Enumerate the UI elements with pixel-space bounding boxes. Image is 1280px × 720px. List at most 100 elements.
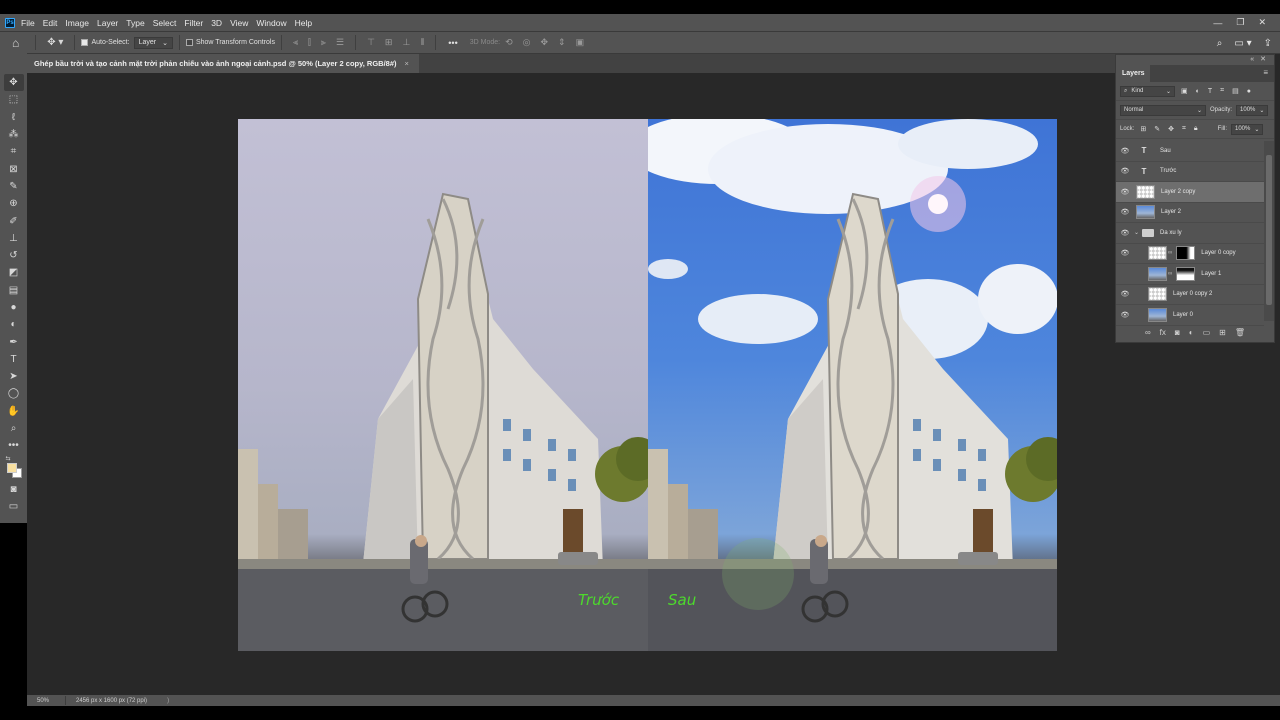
align-left-icon[interactable]: ⫷ xyxy=(293,37,298,48)
minimize-icon[interactable]: — xyxy=(1213,18,1222,28)
menu-3d[interactable]: 3D xyxy=(211,18,222,28)
layer-style-icon[interactable]: fx xyxy=(1160,328,1166,337)
align-middle-v-icon[interactable]: ⊞ xyxy=(385,37,393,48)
eye-icon[interactable]: 👁︎ xyxy=(1116,167,1134,175)
lasso-icon[interactable]: ℓ xyxy=(4,109,24,126)
share-icon[interactable]: ⇪ xyxy=(1264,38,1272,49)
marquee-icon[interactable]: ⬚ xyxy=(4,91,24,108)
move-icon[interactable]: ✥ xyxy=(3,74,24,92)
align-center-h-icon[interactable]: ⫿ xyxy=(308,37,311,48)
3d-rotate-icon[interactable]: ⟲ xyxy=(505,37,513,48)
history-brush-icon[interactable]: ↺ xyxy=(4,247,24,264)
menu-image[interactable]: Image xyxy=(65,18,89,28)
restore-icon[interactable]: ❐ xyxy=(1236,17,1244,28)
layer-row[interactable]: 👁︎ Layer 2 xyxy=(1116,203,1264,223)
lock-image-icon[interactable]: ✎ xyxy=(1154,125,1160,133)
layers-scrollbar[interactable] xyxy=(1264,141,1274,321)
move-tool-preset-icon[interactable]: ✥ ▾ xyxy=(47,37,63,48)
3d-pan-icon[interactable]: ✥ xyxy=(541,37,549,48)
path-select-icon[interactable]: ➤ xyxy=(4,368,24,385)
close-panel-icon[interactable]: ✕ xyxy=(1260,55,1266,65)
layer-row[interactable]: 👁︎ ∞ Layer 1 xyxy=(1116,264,1264,285)
adjustment-layer-icon[interactable]: ◐ xyxy=(1189,328,1194,337)
align-right-icon[interactable]: ⫸ xyxy=(321,37,326,48)
menu-edit[interactable]: Edit xyxy=(43,18,58,28)
distribute-h-icon[interactable]: ☰ xyxy=(336,37,344,48)
link-layers-icon[interactable]: ∞ xyxy=(1145,328,1151,337)
opacity-input[interactable]: 100% ⌄ xyxy=(1236,104,1269,116)
gradient-icon[interactable]: ▤ xyxy=(4,282,24,299)
filter-toggle-icon[interactable]: ● xyxy=(1247,88,1251,95)
home-icon[interactable]: ⌂ xyxy=(12,36,19,50)
lock-transparent-icon[interactable]: ⊞ xyxy=(1140,125,1146,133)
eye-icon[interactable]: 👁︎ xyxy=(1116,290,1134,298)
brush-icon[interactable]: ✐ xyxy=(4,212,24,229)
eye-icon[interactable]: 👁︎ xyxy=(1116,188,1134,196)
status-menu-icon[interactable]: ) xyxy=(167,698,169,704)
lock-all-icon[interactable]: 🔒︎ xyxy=(1194,125,1198,133)
filter-pixel-icon[interactable]: ▣ xyxy=(1181,87,1188,95)
close-window-icon[interactable]: ✕ xyxy=(1258,17,1266,28)
more-options-button[interactable]: ••• xyxy=(448,38,457,48)
pen-icon[interactable]: ✒ xyxy=(4,333,24,350)
layer-row[interactable]: 👁︎ T Trước xyxy=(1116,162,1264,182)
collapse-panel-icon[interactable]: « xyxy=(1250,55,1254,65)
document-tab[interactable]: Ghép bầu trời và tạo cảnh mặt trời phản … xyxy=(27,54,419,73)
blur-icon[interactable]: ● xyxy=(4,299,24,316)
menu-help[interactable]: Help xyxy=(295,18,312,28)
dodge-icon[interactable]: ◐ xyxy=(4,316,24,333)
menu-file[interactable]: File xyxy=(21,18,35,28)
auto-select-target-dropdown[interactable]: Layer ⌄ xyxy=(133,36,173,49)
tab-layers[interactable]: Layers xyxy=(1116,65,1150,82)
canvas-area[interactable]: Trước Sau xyxy=(27,73,1115,695)
layer-row[interactable]: 👁︎ T Sau xyxy=(1116,141,1264,162)
lock-position-icon[interactable]: ✥ xyxy=(1168,125,1174,133)
swap-colors-icon[interactable]: ⇆ xyxy=(6,455,11,462)
magic-wand-icon[interactable]: ⁂ xyxy=(4,126,24,143)
align-bottom-icon[interactable]: ⊥ xyxy=(402,37,410,48)
layer-mask-thumbnail[interactable] xyxy=(1176,266,1196,281)
stamp-icon[interactable]: ⊥ xyxy=(4,230,24,247)
blend-mode-dropdown[interactable]: Normal ⌄ xyxy=(1120,104,1206,116)
eye-icon[interactable]: 👁︎ xyxy=(1116,229,1134,237)
layer-row[interactable]: 👁︎ Layer 0 copy 2 xyxy=(1116,285,1264,305)
new-group-icon[interactable]: ▭ xyxy=(1203,328,1211,337)
delete-layer-icon[interactable]: 🗑︎ xyxy=(1235,328,1245,337)
menu-layer[interactable]: Layer xyxy=(97,18,118,28)
color-swatches[interactable]: ⇆ xyxy=(4,455,24,481)
show-transform-checkbox[interactable]: Show Transform Controls xyxy=(185,39,275,46)
zoom-level[interactable]: 50% xyxy=(37,698,65,704)
eraser-icon[interactable]: ◩ xyxy=(4,264,24,281)
filter-smart-object-icon[interactable]: ▤ xyxy=(1232,87,1239,95)
link-icon[interactable]: ∞ xyxy=(1168,250,1172,256)
filter-shape-icon[interactable]: ⌗ xyxy=(1220,87,1224,95)
zoom-icon[interactable]: ⌕ xyxy=(4,420,24,437)
screen-mode-icon[interactable]: ▭ xyxy=(4,498,24,515)
menu-filter[interactable]: Filter xyxy=(184,18,203,28)
layer-row[interactable]: 👁︎ ∞ Layer 0 copy xyxy=(1116,244,1264,264)
add-mask-icon[interactable]: ◙ xyxy=(1175,328,1180,337)
lock-artboard-icon[interactable]: ⌗ xyxy=(1182,125,1186,133)
eye-hidden-icon[interactable]: 👁︎ xyxy=(1116,270,1134,278)
workspace-icon[interactable]: ▭ ▾ xyxy=(1234,38,1251,49)
eye-icon[interactable]: 👁︎ xyxy=(1116,147,1134,155)
auto-select-checkbox[interactable]: Auto-Select: xyxy=(81,39,130,46)
healing-icon[interactable]: ⊕ xyxy=(4,195,24,212)
close-tab-icon[interactable]: × xyxy=(405,59,409,68)
align-top-icon[interactable]: ⊤ xyxy=(367,37,375,48)
frame-icon[interactable]: ⊠ xyxy=(4,160,24,177)
filter-type-icon[interactable]: T xyxy=(1208,88,1212,95)
scrollbar-thumb[interactable] xyxy=(1266,155,1272,305)
layer-row-selected[interactable]: 👁︎ Layer 2 copy xyxy=(1116,182,1264,203)
distribute-v-icon[interactable]: ⦀ xyxy=(420,37,424,48)
quick-mask-icon[interactable]: ◙ xyxy=(4,481,24,498)
eye-icon[interactable]: 👁︎ xyxy=(1116,311,1134,319)
type-icon[interactable]: T xyxy=(4,351,24,368)
3d-roll-icon[interactable]: ◎ xyxy=(523,37,531,48)
new-layer-icon[interactable]: ⊞ xyxy=(1219,328,1226,337)
eye-icon[interactable]: 👁︎ xyxy=(1116,208,1134,216)
more-tools-icon[interactable]: ••• xyxy=(4,437,24,454)
document-canvas[interactable]: Trước Sau xyxy=(238,119,1057,651)
layer-group-row[interactable]: 👁︎ ⌄ Da xu ly xyxy=(1116,223,1264,244)
eye-icon[interactable]: 👁︎ xyxy=(1116,249,1134,257)
